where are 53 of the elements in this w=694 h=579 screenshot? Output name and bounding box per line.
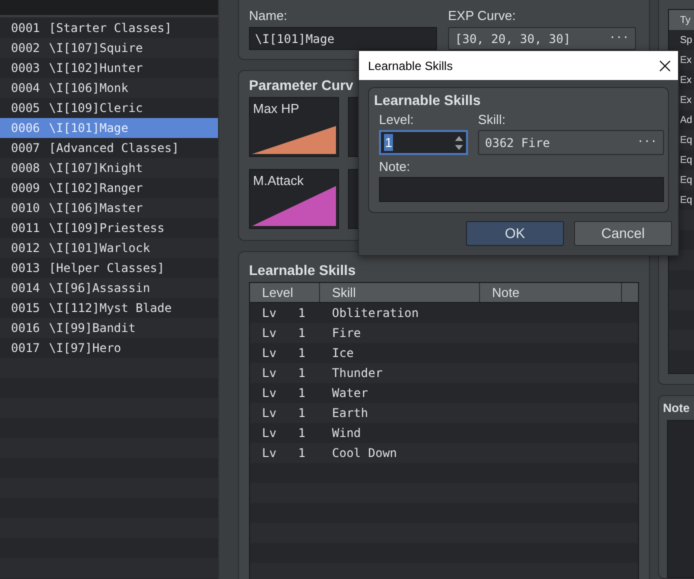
- level-cell-text: Lv 1: [261, 325, 306, 342]
- exp-curve-label: EXP Curve:: [448, 8, 517, 24]
- close-icon[interactable]: [658, 58, 672, 72]
- name-field[interactable]: \I[101]Mage: [249, 27, 437, 50]
- skill-row[interactable]: Lv 1 Earth: [250, 403, 638, 423]
- class-list-item[interactable]: 0002 \I[107]Squire: [0, 38, 218, 58]
- level-cell-text: Lv 1: [261, 385, 306, 402]
- level-spinbox[interactable]: 1: [379, 130, 468, 155]
- class-list-item[interactable]: 0010 \I[106]Master: [0, 198, 218, 218]
- parameter-curves-title: Parameter Curv: [249, 76, 354, 94]
- cancel-button[interactable]: Cancel: [574, 221, 672, 246]
- class-list-item[interactable]: 0014 \I[96]Assassin: [0, 278, 218, 298]
- skill-cell-text: Obliteration: [331, 305, 420, 322]
- note-label: Note:: [379, 159, 412, 174]
- class-list-item[interactable]: 0004 \I[106]Monk: [0, 78, 218, 98]
- dialog-title: Learnable Skills: [368, 58, 453, 74]
- exp-curve-field[interactable]: [30, 20, 30, 30] ···: [448, 27, 636, 50]
- column-header[interactable]: Ty: [669, 10, 694, 30]
- skill-cell-text: Fire: [331, 325, 362, 342]
- curve-graph[interactable]: M.Attack: [249, 169, 339, 229]
- level-cell-text: Lv 1: [261, 365, 306, 382]
- level-cell-text: Lv 1: [261, 405, 306, 422]
- dialog-group-title: Learnable Skills: [374, 91, 482, 109]
- skill-field[interactable]: 0362 Fire ···: [478, 130, 664, 155]
- level-cell-text: Lv 1: [261, 345, 306, 362]
- skill-label: Skill:: [478, 112, 506, 127]
- skill-cell-text: Wind: [331, 425, 362, 442]
- note-field[interactable]: [667, 420, 694, 578]
- spinner-arrows-icon[interactable]: [455, 134, 463, 150]
- class-list-item[interactable]: 0012 \I[101]Warlock: [0, 238, 218, 258]
- skill-cell-text: Water: [331, 385, 370, 402]
- skill-cell-text: Earth: [331, 405, 370, 422]
- column-header[interactable]: Note: [480, 283, 622, 302]
- column-header[interactable]: Level: [250, 283, 320, 302]
- skill-cell-text: Ice: [331, 345, 355, 362]
- skill-row[interactable]: Lv 1 Fire: [250, 323, 638, 343]
- skill-row[interactable]: Lv 1 Thunder: [250, 363, 638, 383]
- note-title: Note: [663, 400, 691, 417]
- skill-cell-text: Cool Down: [331, 445, 398, 462]
- level-cell-text: Lv 1: [261, 445, 306, 462]
- class-list-item[interactable]: 0008 \I[107]Knight: [0, 158, 218, 178]
- class-list-item[interactable]: 0016 \I[99]Bandit: [0, 318, 218, 338]
- level-label: Level:: [379, 112, 415, 127]
- level-cell-text: Lv 1: [261, 425, 306, 442]
- ok-button[interactable]: OK: [466, 221, 564, 246]
- note-input[interactable]: [379, 177, 664, 202]
- level-cell-text: Lv 1: [261, 305, 306, 322]
- name-label: Name:: [249, 8, 288, 24]
- skill-row[interactable]: Lv 1 Cool Down: [250, 443, 638, 463]
- column-header[interactable]: Skill: [320, 283, 480, 302]
- curve-graph[interactable]: Max HP: [249, 97, 339, 157]
- skill-cell-text: Thunder: [331, 365, 384, 382]
- learnable-skills-title: Learnable Skills: [249, 261, 357, 279]
